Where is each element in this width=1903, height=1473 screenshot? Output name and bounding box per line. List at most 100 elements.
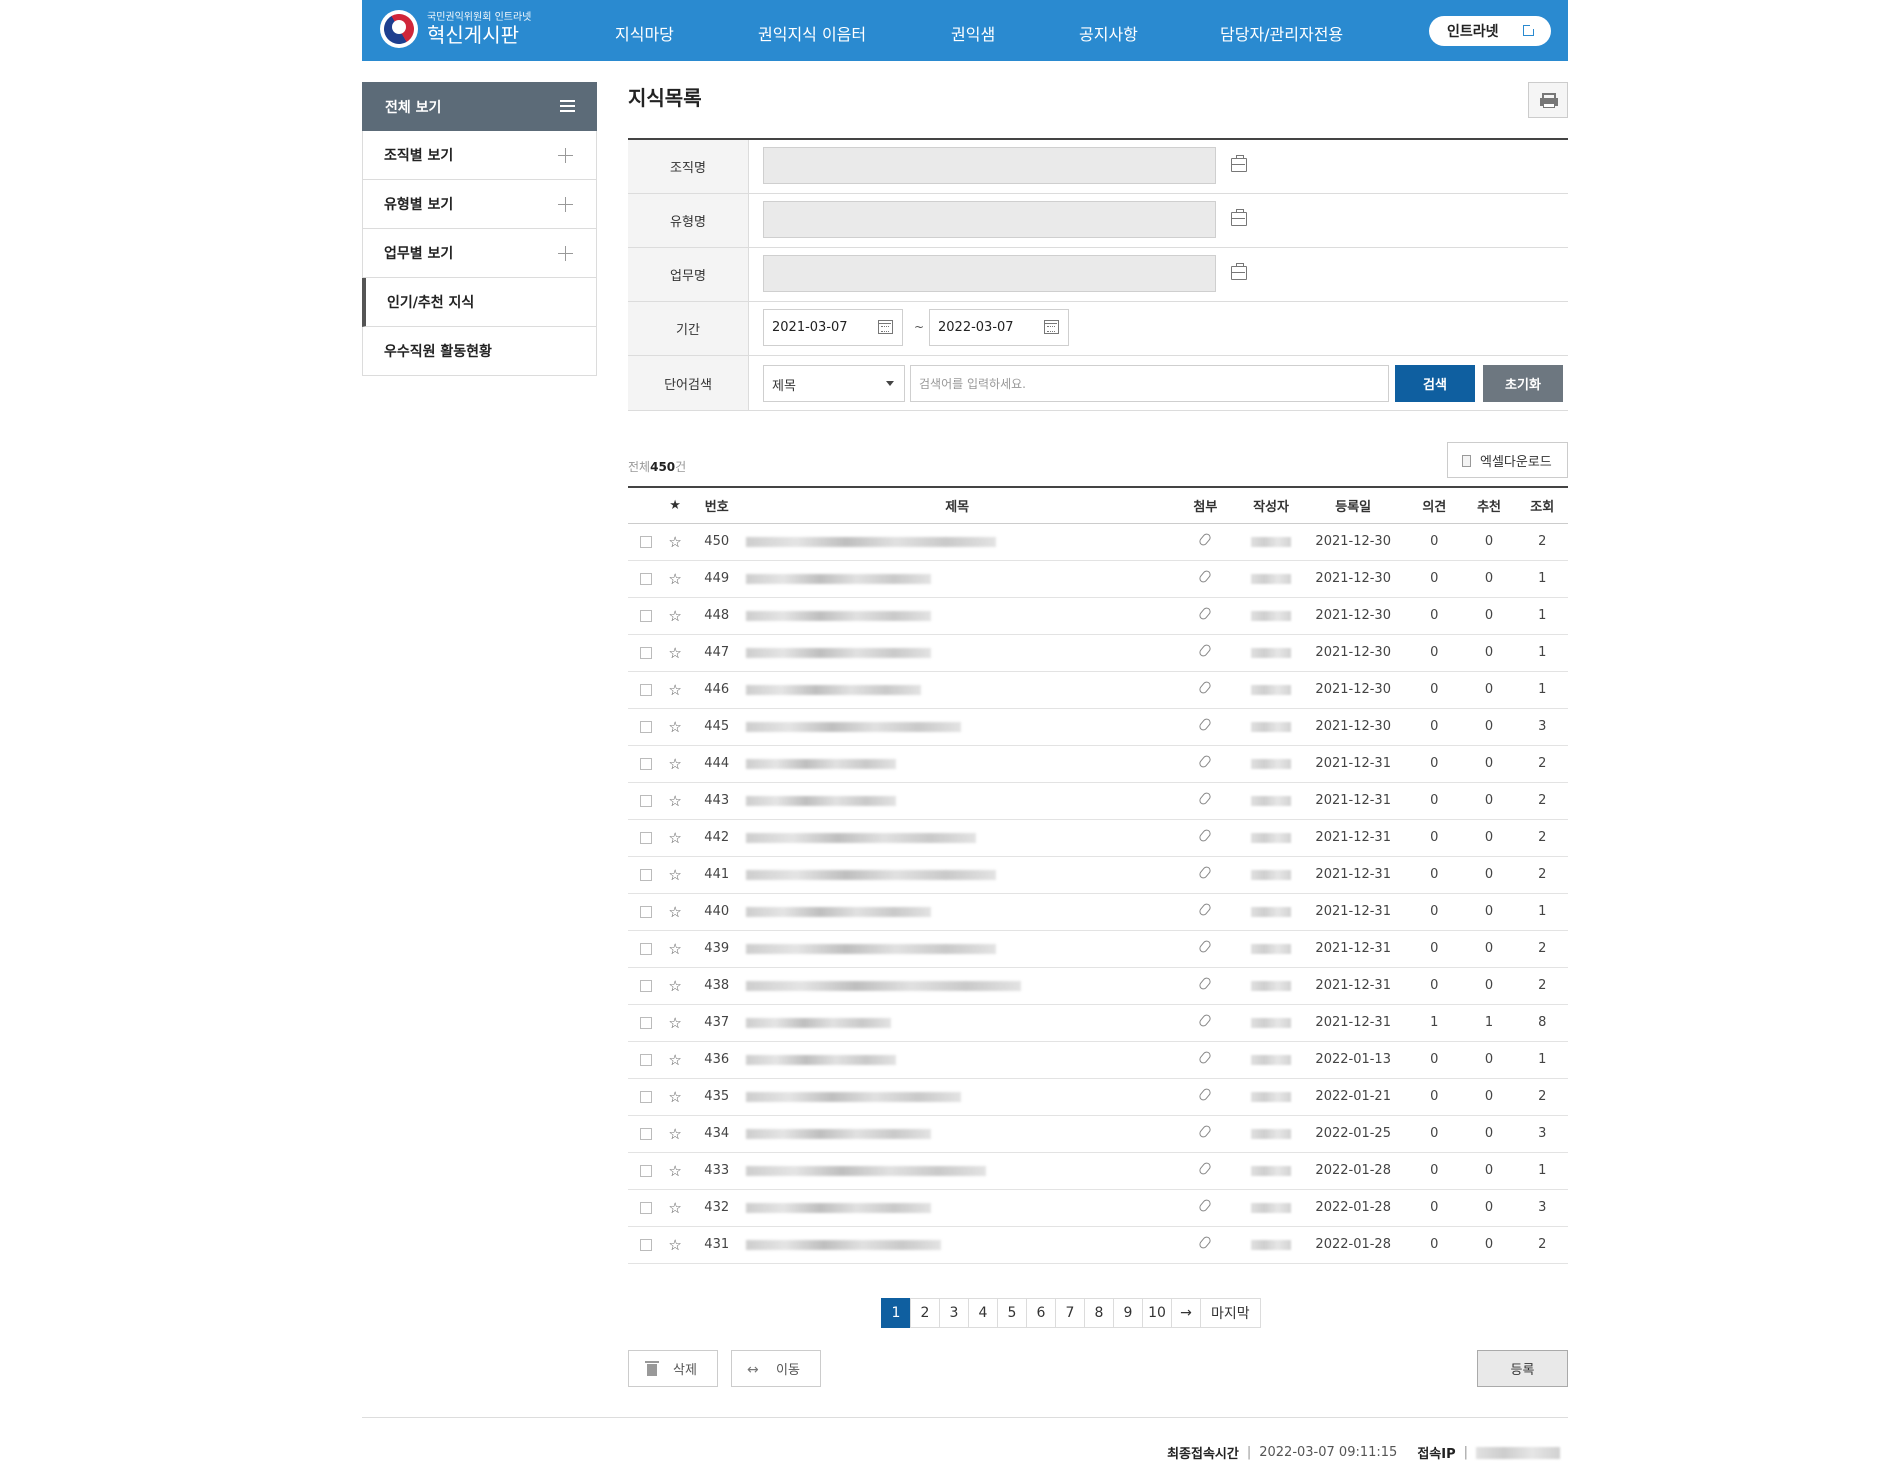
table-row[interactable]: ☆ 439 2021-12-31 0 0 2 <box>628 930 1568 968</box>
row-checkbox[interactable] <box>639 1238 652 1251</box>
attachment-icon[interactable] <box>1198 827 1213 844</box>
row-title[interactable] <box>746 523 1169 561</box>
table-row[interactable]: ☆ 450 2021-12-30 0 0 2 <box>628 523 1568 561</box>
task-picker-icon[interactable] <box>1231 263 1247 280</box>
row-checkbox[interactable] <box>639 1127 652 1140</box>
next-page-button[interactable]: → <box>1171 1298 1201 1328</box>
title-redacted[interactable] <box>746 758 897 769</box>
sidebar-view-all[interactable]: 전체 보기 <box>362 82 597 131</box>
title-redacted[interactable] <box>746 832 977 843</box>
row-title[interactable] <box>746 1004 1169 1042</box>
attachment-icon[interactable] <box>1198 605 1213 622</box>
reset-button[interactable]: 초기화 <box>1483 365 1563 402</box>
row-title[interactable] <box>746 1078 1169 1116</box>
title-redacted[interactable] <box>746 684 922 695</box>
row-title[interactable] <box>746 671 1169 709</box>
type-picker-icon[interactable] <box>1231 209 1247 226</box>
date-to-field[interactable]: 2022-03-07 <box>929 309 1069 346</box>
row-title[interactable] <box>746 930 1169 968</box>
org-field[interactable] <box>763 147 1216 184</box>
title-redacted[interactable] <box>746 536 997 547</box>
row-checkbox[interactable] <box>639 646 652 659</box>
attachment-icon[interactable] <box>1198 716 1213 733</box>
row-checkbox[interactable] <box>639 979 652 992</box>
attachment-icon[interactable] <box>1198 864 1213 881</box>
star-icon[interactable]: ☆ <box>668 718 681 736</box>
sidebar-item-top-staff[interactable]: 우수직원 활동현황 <box>362 327 597 376</box>
page-1[interactable]: 1 <box>881 1298 911 1328</box>
attachment-icon[interactable] <box>1198 531 1213 548</box>
nav-notice[interactable]: 공지사항 <box>1079 21 1138 45</box>
plus-icon[interactable] <box>558 197 573 212</box>
star-icon[interactable]: ☆ <box>668 570 681 588</box>
title-redacted[interactable] <box>746 1091 962 1102</box>
nav-kwonik-spring[interactable]: 권익샘 <box>951 21 995 45</box>
table-row[interactable]: ☆ 431 2022-01-28 0 0 2 <box>628 1226 1568 1264</box>
star-icon[interactable]: ☆ <box>668 903 681 921</box>
row-title[interactable] <box>746 1115 1169 1153</box>
row-title[interactable] <box>746 893 1169 931</box>
attachment-icon[interactable] <box>1198 568 1213 585</box>
table-row[interactable]: ☆ 434 2022-01-25 0 0 3 <box>628 1115 1568 1153</box>
page-9[interactable]: 9 <box>1113 1298 1143 1328</box>
row-checkbox[interactable] <box>639 720 652 733</box>
table-row[interactable]: ☆ 438 2021-12-31 0 0 2 <box>628 967 1568 1005</box>
plus-icon[interactable] <box>558 148 573 163</box>
star-icon[interactable]: ☆ <box>668 1162 681 1180</box>
page-2[interactable]: 2 <box>910 1298 940 1328</box>
attachment-icon[interactable] <box>1198 938 1213 955</box>
row-checkbox[interactable] <box>639 831 652 844</box>
star-icon[interactable]: ☆ <box>668 1236 681 1254</box>
sidebar-item-by-task[interactable]: 업무별 보기 <box>362 229 597 278</box>
table-row[interactable]: ☆ 442 2021-12-31 0 0 2 <box>628 819 1568 857</box>
page-6[interactable]: 6 <box>1026 1298 1056 1328</box>
page-10[interactable]: 10 <box>1142 1298 1172 1328</box>
attachment-icon[interactable] <box>1198 790 1213 807</box>
attachment-icon[interactable] <box>1198 1160 1213 1177</box>
title-redacted[interactable] <box>746 647 932 658</box>
row-title[interactable] <box>746 967 1169 1005</box>
register-button[interactable]: 등록 <box>1477 1350 1568 1387</box>
title-redacted[interactable] <box>746 721 962 732</box>
intranet-button[interactable]: 인트라넷 <box>1429 16 1551 46</box>
star-icon[interactable]: ☆ <box>668 792 681 810</box>
row-checkbox[interactable] <box>639 609 652 622</box>
nav-knowledge-bridge[interactable]: 권익지식 이음터 <box>758 21 866 45</box>
move-button[interactable]: ↔ 이동 <box>731 1350 821 1387</box>
attachment-icon[interactable] <box>1198 1123 1213 1140</box>
row-checkbox[interactable] <box>639 868 652 881</box>
table-row[interactable]: ☆ 444 2021-12-31 0 0 2 <box>628 745 1568 783</box>
attachment-icon[interactable] <box>1198 1234 1213 1251</box>
page-8[interactable]: 8 <box>1084 1298 1114 1328</box>
row-title[interactable] <box>746 1226 1169 1264</box>
table-row[interactable]: ☆ 432 2022-01-28 0 0 3 <box>628 1189 1568 1227</box>
page-7[interactable]: 7 <box>1055 1298 1085 1328</box>
table-row[interactable]: ☆ 435 2022-01-21 0 0 2 <box>628 1078 1568 1116</box>
title-redacted[interactable] <box>746 1054 897 1065</box>
row-checkbox[interactable] <box>639 942 652 955</box>
row-title[interactable] <box>746 819 1169 857</box>
search-button[interactable]: 검색 <box>1395 365 1475 402</box>
star-icon[interactable]: ☆ <box>668 1051 681 1069</box>
title-redacted[interactable] <box>746 943 997 954</box>
last-page-button[interactable]: 마지막 <box>1200 1298 1261 1328</box>
attachment-icon[interactable] <box>1198 975 1213 992</box>
attachment-icon[interactable] <box>1198 1012 1213 1029</box>
sidebar-item-by-org[interactable]: 조직별 보기 <box>362 131 597 180</box>
title-redacted[interactable] <box>746 1128 932 1139</box>
star-icon[interactable]: ☆ <box>668 644 681 662</box>
title-redacted[interactable] <box>746 573 932 584</box>
table-row[interactable]: ☆ 440 2021-12-31 0 0 1 <box>628 893 1568 931</box>
table-row[interactable]: ☆ 441 2021-12-31 0 0 2 <box>628 856 1568 894</box>
star-icon[interactable]: ☆ <box>668 533 681 551</box>
title-redacted[interactable] <box>746 610 932 621</box>
row-checkbox[interactable] <box>639 1201 652 1214</box>
search-type-select[interactable]: 제목 <box>763 365 905 402</box>
row-title[interactable] <box>746 597 1169 635</box>
table-row[interactable]: ☆ 446 2021-12-30 0 0 1 <box>628 671 1568 709</box>
row-title[interactable] <box>746 1152 1169 1190</box>
row-title[interactable] <box>746 1041 1169 1079</box>
row-title[interactable] <box>746 856 1169 894</box>
title-redacted[interactable] <box>746 1239 942 1250</box>
calendar-icon[interactable] <box>878 320 893 334</box>
